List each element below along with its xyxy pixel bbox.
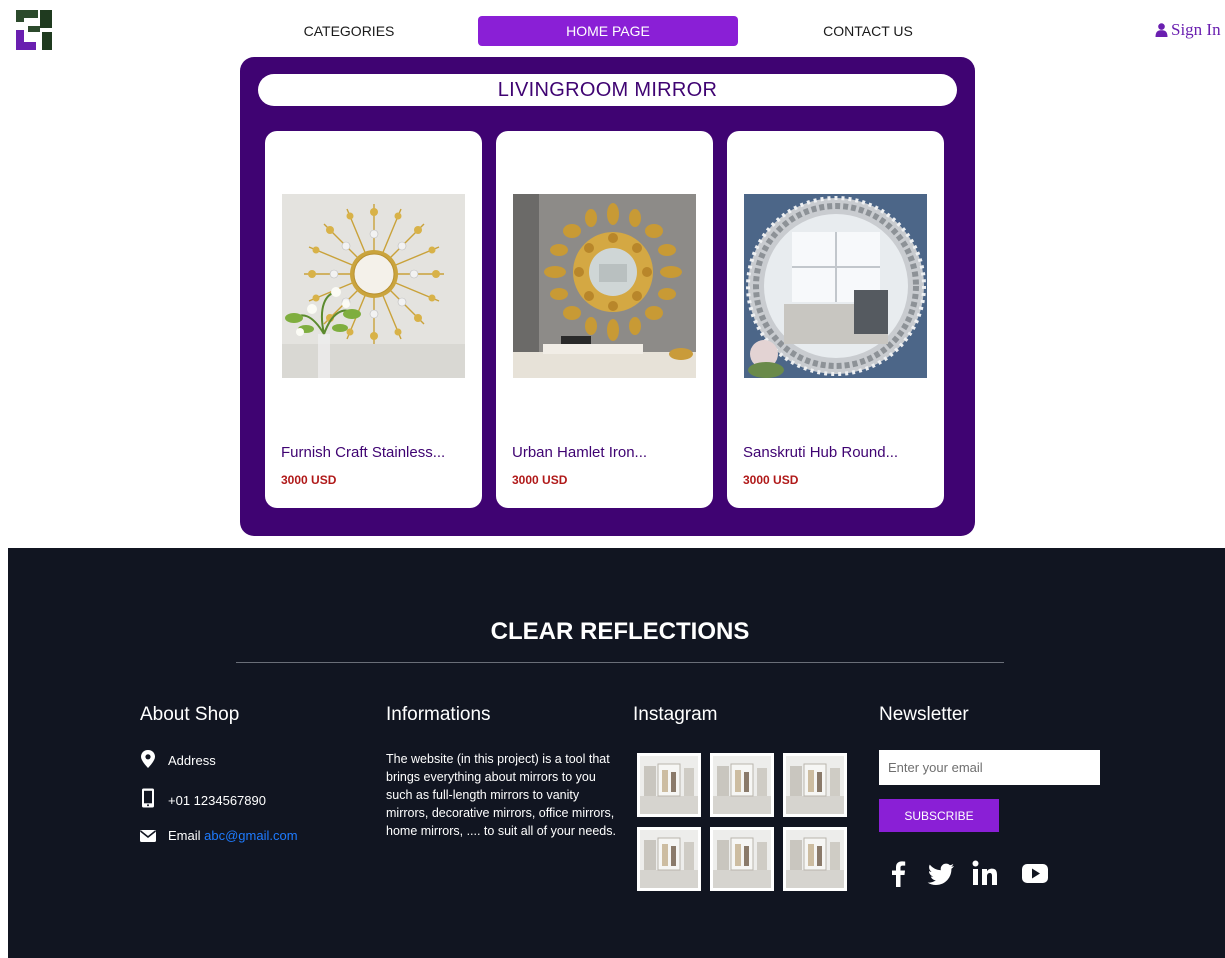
product-name[interactable]: Sanskruti Hub Round... [743,444,898,461]
informations-title: Informations [386,704,491,725]
twitter-icon[interactable] [926,858,956,888]
email-row: Email abc@gmail.com [140,828,298,843]
envelope-icon [140,830,156,842]
footer: CLEAR REFLECTIONS About Shop Address +01… [8,548,1225,958]
informations-text: The website (in this project) is a tool … [386,752,616,838]
product-price: 3000 USD [512,473,568,487]
phone-row: +01 1234567890 [140,788,266,808]
linkedin-icon[interactable] [970,858,1000,888]
footer-divider [236,662,1004,663]
nav-categories[interactable]: CATEGORIES [250,16,448,46]
nav-contact-us[interactable]: CONTACT US [752,16,984,46]
address-row: Address [140,750,216,768]
footer-brand: CLEAR REFLECTIONS [490,618,750,645]
instagram-title: Instagram [633,704,718,725]
facebook-icon[interactable] [884,858,914,888]
instagram-thumbnail[interactable] [637,753,701,817]
user-icon [1155,23,1168,37]
product-image-crystal-round-mirror[interactable] [744,194,927,378]
product-name[interactable]: Furnish Craft Stainless... [281,444,445,461]
mobile-phone-icon [142,788,154,808]
section-title: LIVINGROOM MIRROR [258,74,957,106]
instagram-thumbnail[interactable] [710,753,774,817]
nav-home-page[interactable]: HOME PAGE [478,16,738,46]
sign-in-link[interactable]: Sign In [1155,20,1221,40]
map-pin-icon [141,750,155,768]
product-name[interactable]: Urban Hamlet Iron... [512,444,647,461]
instagram-thumbnail[interactable] [783,753,847,817]
product-card[interactable]: Furnish Craft Stainless... 3000 USD [265,131,482,508]
instagram-thumbnail[interactable] [637,827,701,891]
logo[interactable] [14,8,54,52]
product-card[interactable]: Sanskruti Hub Round... 3000 USD [727,131,944,508]
product-card[interactable]: Urban Hamlet Iron... 3000 USD [496,131,713,508]
product-section: LIVINGROOM MIRROR Furnish Craft Stainles… [240,57,975,536]
product-image-leaf-mirror[interactable] [513,194,696,378]
product-image-sunburst-mirror[interactable] [282,194,465,378]
about-shop-title: About Shop [140,704,240,725]
youtube-icon[interactable] [1020,858,1050,888]
instagram-thumbnail[interactable] [783,827,847,891]
sign-in-label: Sign In [1171,20,1221,39]
newsletter-email-input[interactable] [879,750,1100,785]
instagram-thumbnail[interactable] [710,827,774,891]
phone-number: +01 1234567890 [168,793,266,808]
email-link[interactable]: abc@gmail.com [204,828,297,843]
subscribe-button[interactable]: SUBSCRIBE [879,799,999,832]
product-price: 3000 USD [281,473,337,487]
newsletter-title: Newsletter [879,704,969,725]
email-label: Email [168,828,201,843]
product-price: 3000 USD [743,473,799,487]
address-label: Address [168,753,216,768]
